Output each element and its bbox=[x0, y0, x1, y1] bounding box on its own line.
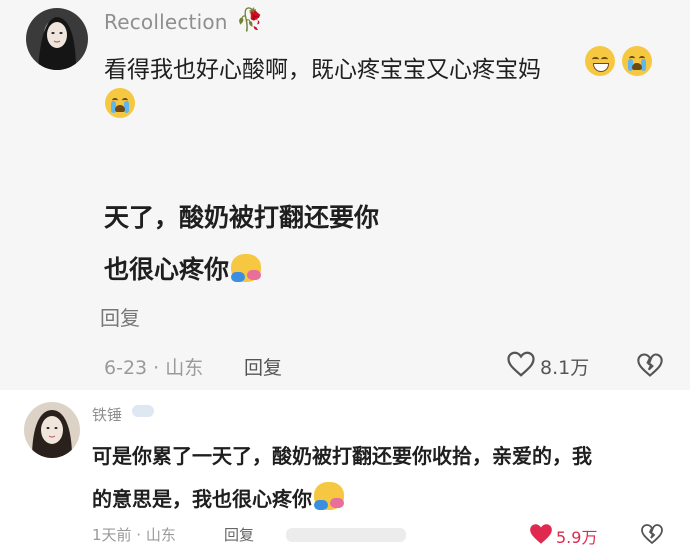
comment-date-location: 6-23 · 山东 bbox=[104, 357, 204, 379]
crying-face-emoji-icon bbox=[622, 46, 652, 76]
avatar[interactable] bbox=[24, 402, 80, 458]
quoted-reply-text-line2: 也很心疼你 bbox=[104, 255, 230, 284]
broken-heart-icon[interactable] bbox=[640, 522, 664, 550]
avatar[interactable] bbox=[26, 8, 88, 70]
cloud-icon bbox=[132, 405, 154, 417]
like-count: 5.9万 bbox=[556, 528, 598, 547]
heart-filled-icon[interactable] bbox=[528, 522, 554, 550]
quoted-reply-text: 也很心疼你 bbox=[104, 250, 262, 286]
rose-icon: 🥀 bbox=[236, 8, 264, 33]
comment-username[interactable]: 铁锤 bbox=[92, 404, 122, 425]
comment-text: 看得我也好心酸啊，既心疼宝宝又心疼宝妈 bbox=[104, 57, 541, 83]
comment-username[interactable]: Recollection bbox=[104, 10, 228, 34]
comment-text: 可是你累了一天了，酸奶被打翻还要你收拾，亲爱的，我 bbox=[92, 444, 592, 468]
reply-button[interactable]: 回复 bbox=[224, 524, 254, 545]
smiling-face-emoji-icon bbox=[585, 46, 615, 76]
reply-button[interactable]: 回复 bbox=[244, 353, 282, 380]
like-count: 8.1万 bbox=[540, 357, 590, 379]
comment-text-line2: 的意思是，我也很心疼你 bbox=[92, 487, 312, 511]
hugging-face-emoji-icon bbox=[314, 482, 344, 510]
crying-face-emoji-icon bbox=[105, 88, 135, 118]
quoted-reply-text: 天了，酸奶被打翻还要你 bbox=[104, 203, 380, 232]
hugging-face-emoji-icon bbox=[231, 254, 262, 282]
quoted-reply-label: 回复 bbox=[100, 306, 140, 330]
broken-heart-icon[interactable] bbox=[636, 351, 664, 383]
comment-date-location: 1天前 · 山东 bbox=[92, 526, 176, 544]
heart-outline-icon[interactable] bbox=[506, 350, 536, 382]
comment-text: 的意思是，我也很心疼你 bbox=[92, 482, 344, 512]
blurred-content bbox=[286, 528, 406, 542]
